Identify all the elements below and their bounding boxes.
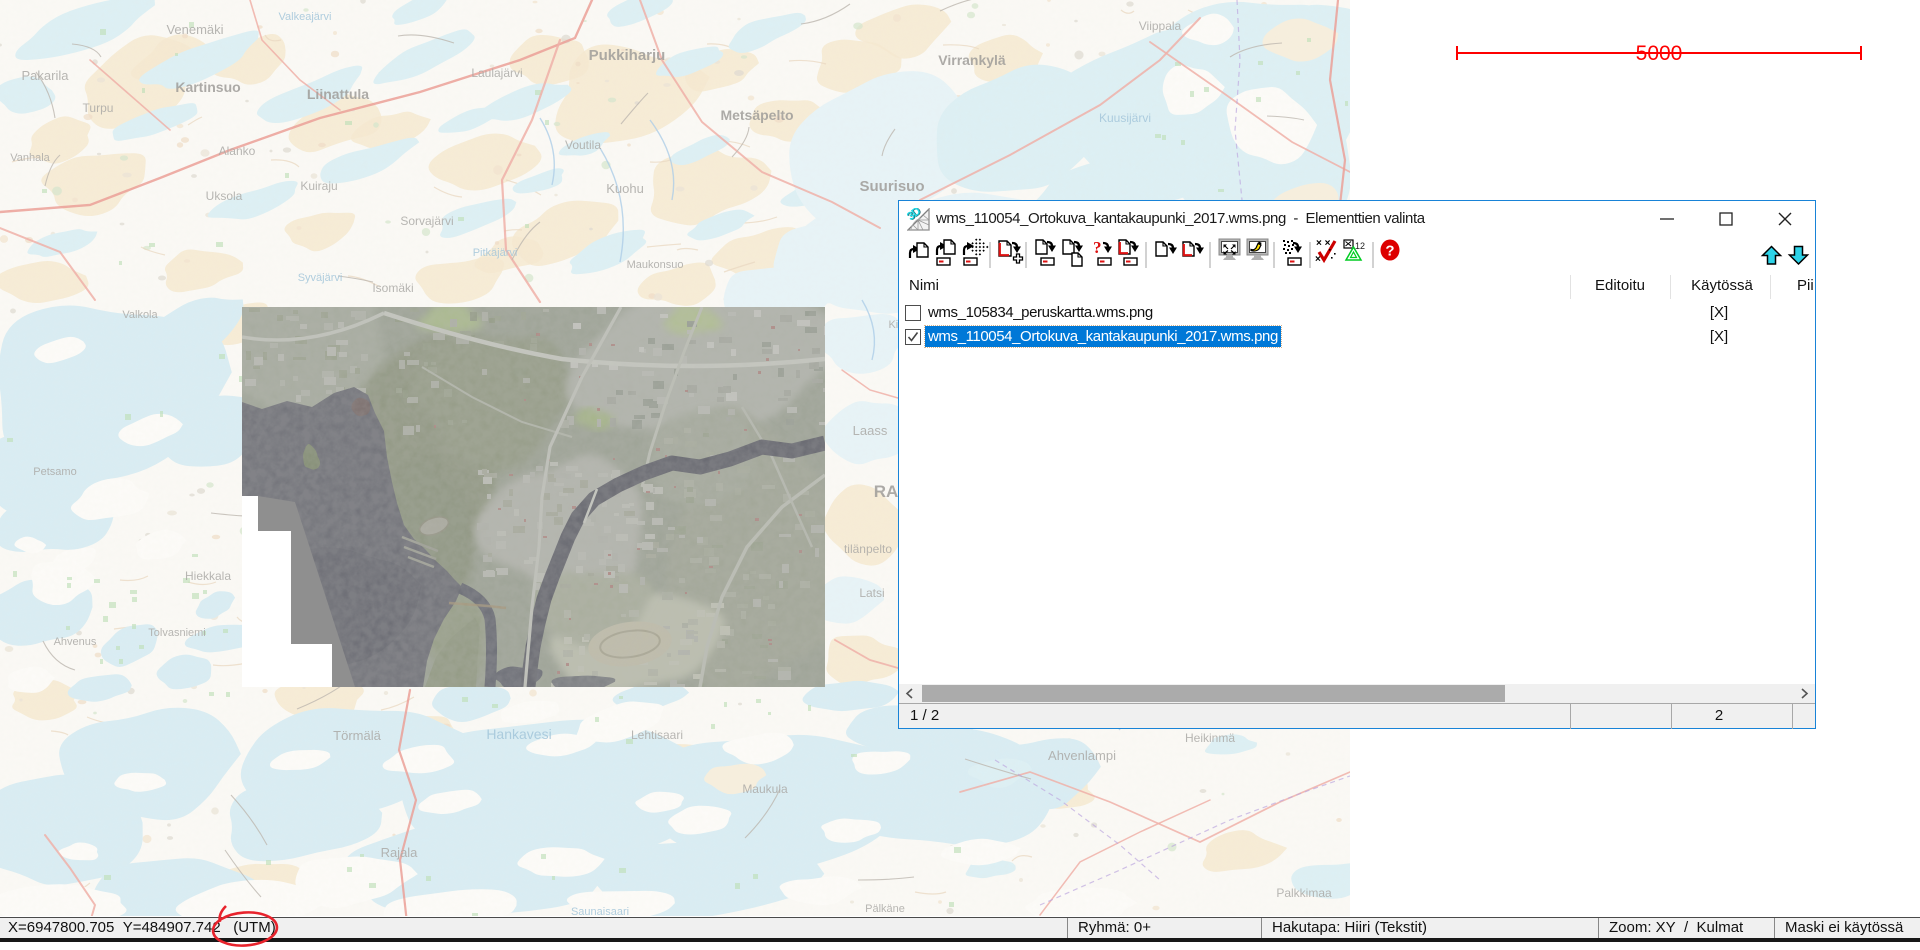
- svg-text:× ×: × ×: [1316, 238, 1331, 249]
- svg-text:5000: 5000: [1636, 42, 1683, 65]
- svg-text:12: 12: [1355, 241, 1365, 251]
- svg-text:?: ?: [1093, 238, 1102, 257]
- svg-text:?: ?: [1385, 243, 1394, 260]
